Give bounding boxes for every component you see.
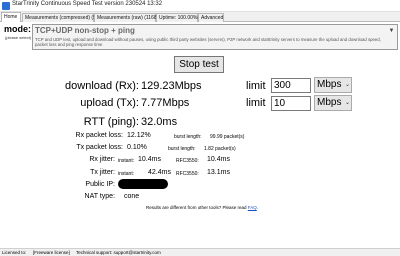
upload-limit-input[interactable]: 10 [271, 96, 311, 111]
mode-description: TCP and UDP test, upload and download wi… [35, 37, 381, 47]
nat-type-value: cone [124, 193, 140, 200]
upload-label: upload (Tx): [80, 97, 139, 109]
chevron-down-icon: ⌄ [344, 82, 350, 88]
nat-type-label: NAT type: [84, 193, 115, 200]
faq-note: Results are different from other tools? … [146, 205, 258, 210]
tx-jitter-instant-label: instant: [118, 171, 135, 177]
tab-home[interactable]: Home [1, 12, 21, 22]
title-bar: StarTrinity Continuous Speed Test versio… [0, 0, 400, 12]
tx-packet-loss-label: Tx packet loss: [76, 144, 123, 151]
faq-note-text: Results are different from other tools? … [146, 205, 247, 210]
faq-note-suffix: . [256, 205, 259, 210]
tx-burst-value: 1.82 packet(s) [204, 146, 236, 152]
tx-jitter-rfc-value: 13.1ms [207, 169, 230, 176]
upload-unit-select[interactable]: Mbps ⌄ [314, 95, 352, 111]
tx-burst-label: burst length: [168, 146, 196, 152]
upload-unit-value: Mbps [317, 97, 342, 108]
chevron-down-icon[interactable]: ▼ [387, 26, 396, 37]
chevron-down-icon: ⌄ [344, 100, 350, 106]
tx-jitter-rfc-label: RFC3550: [176, 171, 199, 177]
upload-value: 7.77Mbps [141, 97, 190, 109]
status-bar: Licensed to: [Freeware license] Technica… [0, 248, 400, 256]
tab-bar: Home Measurements (compressed) (99) Meas… [0, 12, 400, 22]
rx-jitter-label: Rx jitter: [89, 156, 115, 163]
window-title: StarTrinity Continuous Speed Test versio… [12, 1, 163, 7]
app-icon [2, 2, 10, 10]
upload-limit-label: limit [246, 97, 266, 109]
download-label: download (Rx): [65, 80, 139, 92]
mode-select[interactable]: TCP+UDP non-stop + ping TCP and UDP test… [32, 24, 398, 50]
rx-burst-value: 99.99 packet(s) [210, 134, 245, 140]
license-type: [Freeware license] [33, 250, 70, 255]
download-unit-select[interactable]: Mbps ⌄ [314, 77, 352, 93]
download-unit-value: Mbps [317, 79, 342, 90]
rx-jitter-rfc-value: 10.4ms [207, 156, 230, 163]
public-ip-redacted [118, 179, 168, 189]
mode-label: mode: [4, 24, 31, 34]
licensed-to-label: Licensed to: [2, 250, 27, 255]
download-value: 129.23Mbps [141, 80, 202, 92]
stop-test-button[interactable]: Stop test [174, 56, 224, 73]
mode-selected-value: TCP+UDP non-stop + ping [35, 26, 135, 35]
rtt-label: RTT (ping): [83, 116, 139, 128]
rx-jitter-instant-label: instant: [118, 158, 135, 164]
download-limit-label: limit [246, 80, 266, 92]
tab-measurements-raw[interactable]: Measurements (raw) (1168) [94, 13, 158, 22]
tab-measurements-compressed[interactable]: Measurements (compressed) (99) [22, 13, 100, 22]
rx-packet-loss-value: 12.12% [127, 132, 151, 139]
tx-packet-loss-value: 0.10% [127, 144, 147, 151]
tab-advanced[interactable]: Advanced [198, 13, 224, 22]
public-ip-label: Public IP: [85, 181, 115, 188]
rx-jitter-rfc-label: RFC3550: [176, 158, 199, 164]
rx-burst-label: burst length: [174, 134, 202, 140]
tx-jitter-instant-value: 42.4ms [148, 169, 171, 176]
rx-jitter-instant-value: 10.4ms [138, 156, 161, 163]
rtt-value: 32.0ms [141, 116, 178, 128]
tab-uptime[interactable]: Uptime: 100.00%(0) [156, 13, 203, 22]
download-limit-input[interactable]: 300 [271, 78, 311, 93]
support-contact[interactable]: Technical support: support@startrinity.c… [76, 249, 161, 256]
tx-jitter-label: Tx jitter: [90, 169, 115, 176]
mode-sublabel: (please select) [5, 35, 32, 40]
faq-link[interactable]: FAQ [248, 205, 257, 210]
rx-packet-loss-label: Rx packet loss: [75, 132, 123, 139]
